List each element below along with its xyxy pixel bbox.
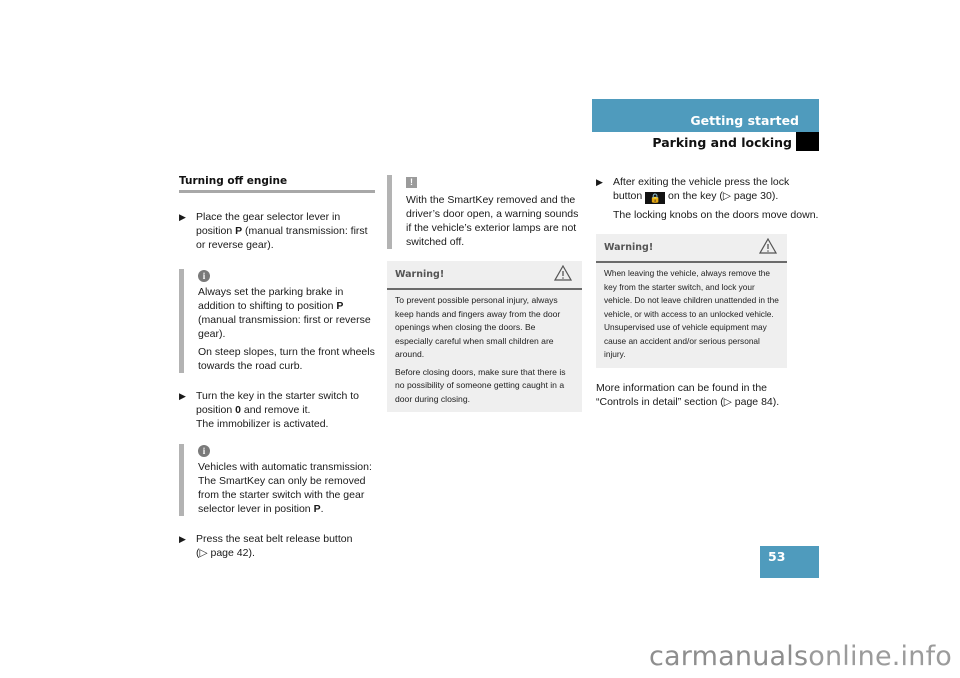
note-bar (179, 444, 184, 516)
heading-rule (179, 190, 375, 193)
section-marker (796, 132, 819, 151)
column-right: ▶ After exiting the vehicle press the lo… (596, 172, 820, 409)
section-header-bar: Getting started (592, 99, 819, 132)
info-note-parking-brake: i Always set the parking brake in additi… (179, 269, 375, 373)
caution-note-exterior-lamps: ! With the SmartKey removed and the driv… (387, 175, 582, 249)
bullet-arrow-icon: ▶ (596, 177, 603, 187)
page-number-box: 53 (760, 546, 819, 578)
step-gear-selector: ▶ Place the gear selector lever in posit… (179, 211, 368, 251)
warning-box-doors: Warning! To prevent possible personal in… (387, 261, 582, 412)
page-number: 53 (768, 549, 786, 564)
warning-body: When leaving the vehicle, always remove … (604, 268, 779, 359)
warning-triangle-icon (759, 238, 777, 254)
note-bar (387, 175, 392, 249)
page-reference-link[interactable]: (▷ page 42). (196, 547, 255, 559)
heading-turning-off-engine: Turning off engine (179, 175, 288, 187)
exclamation-icon: ! (406, 177, 417, 188)
warning-body: To prevent possible personal injury, alw… (395, 295, 566, 404)
column-left: Turning off engine ▶ Place the gear sele… (179, 172, 375, 560)
warning-header: Warning! (387, 261, 582, 290)
subsection-title: Parking and locking (652, 135, 792, 150)
note-bar (179, 269, 184, 373)
watermark: carmanualsonline.info (649, 641, 952, 672)
warning-box-leaving-vehicle: Warning! When leaving the vehicle, alway… (596, 234, 787, 368)
section-title: Getting started (690, 113, 799, 128)
lock-button-icon: 🔒 (645, 192, 666, 204)
warning-title: Warning! (604, 242, 654, 253)
step-turn-key: ▶ Turn the key in the starter switch to … (179, 390, 360, 430)
info-icon: i (198, 445, 210, 457)
info-note-automatic: i Vehicles with automatic transmission: … (179, 444, 375, 516)
warning-header: Warning! (596, 234, 787, 263)
bullet-arrow-icon: ▶ (179, 391, 186, 401)
warning-triangle-icon (554, 265, 572, 281)
step-lock-vehicle: ▶ After exiting the vehicle press the lo… (596, 176, 819, 221)
more-info-text: More information can be found in the “Co… (596, 381, 780, 408)
step-seat-belt: ▶ Press the seat belt release button (▷ … (179, 533, 353, 559)
column-middle: ! With the SmartKey removed and the driv… (387, 172, 582, 412)
info-icon: i (198, 270, 210, 282)
bullet-arrow-icon: ▶ (179, 534, 186, 544)
bullet-arrow-icon: ▶ (179, 212, 186, 222)
warning-title: Warning! (395, 269, 445, 280)
